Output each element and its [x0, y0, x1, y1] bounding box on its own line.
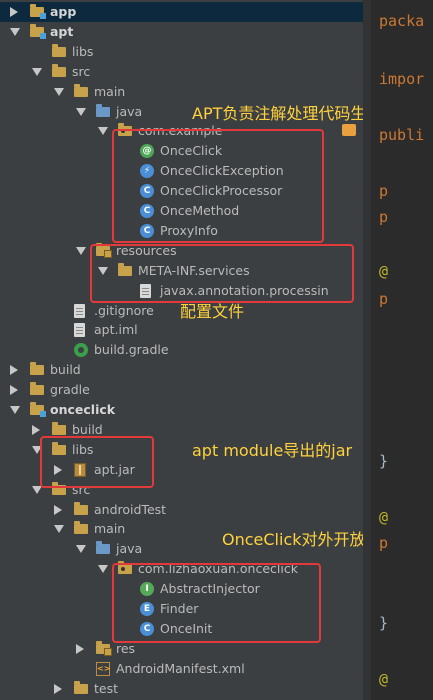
tree-row-test[interactable]: test — [0, 679, 363, 699]
tree-row-label: androidTest — [94, 501, 167, 517]
code-line: @ — [379, 670, 389, 688]
code-line: publi — [379, 126, 425, 144]
folder-icon — [52, 63, 66, 77]
icon-glyph: <> — [97, 663, 111, 673]
tree-row-label: java — [116, 541, 143, 557]
annotation-box-apt-package — [112, 129, 324, 243]
tree-row-build[interactable]: build — [0, 360, 363, 380]
chevron-right-icon[interactable] — [54, 683, 62, 694]
module-folder-icon — [30, 23, 46, 39]
code-line: p — [379, 208, 389, 226]
folder-icon — [30, 362, 44, 376]
tree-row-androidmanifest-xml[interactable]: <> AndroidManifest.xml — [0, 659, 363, 679]
code-line: p — [379, 534, 389, 552]
code-line: @ — [379, 508, 389, 526]
folder-icon — [74, 83, 88, 97]
tree-row-apt-iml[interactable]: apt.iml — [0, 320, 363, 340]
tree-row-label: gradle — [50, 382, 90, 398]
tree-row-label: app — [50, 4, 77, 19]
tree-row-label: libs — [72, 43, 94, 59]
chevron-down-icon[interactable] — [10, 27, 20, 36]
code-line: } — [379, 452, 389, 470]
tree-row-app[interactable]: app — [0, 2, 363, 22]
code-line: packa — [379, 12, 425, 30]
tree-row-src[interactable]: src — [0, 62, 363, 82]
tree-row-build-gradle[interactable]: build.gradle — [0, 340, 363, 360]
module-folder-icon — [30, 4, 46, 19]
tree-row-label: src — [72, 63, 91, 79]
chevron-down-icon[interactable] — [54, 525, 64, 534]
tree-row-label: java — [116, 103, 143, 119]
chevron-down-icon[interactable] — [76, 246, 86, 255]
tree-row-libs[interactable]: libs — [0, 42, 363, 62]
tree-row-label: main — [94, 521, 126, 537]
tree-row-label: onceclick — [50, 402, 116, 417]
source-folder-icon — [96, 103, 110, 117]
chevron-right-icon[interactable] — [10, 385, 18, 396]
annotation-config-file: 配置文件 — [180, 302, 245, 321]
tree-row-label: build.gradle — [94, 342, 169, 358]
file-icon — [74, 303, 85, 318]
tree-row-apt[interactable]: apt — [0, 22, 363, 42]
chevron-right-icon[interactable] — [54, 504, 62, 515]
tree-row-androidtest[interactable]: androidTest — [0, 500, 363, 520]
annotation-box-resources — [90, 244, 354, 303]
chevron-down-icon[interactable] — [76, 107, 86, 116]
file-icon — [74, 323, 85, 338]
folder-icon — [74, 501, 88, 515]
folder-icon — [30, 382, 44, 396]
gradle-icon — [74, 343, 88, 358]
tree-row-label: main — [94, 83, 126, 99]
chevron-right-icon[interactable] — [10, 7, 18, 17]
xml-file-icon: <> — [96, 661, 111, 676]
annotation-apt-jar: apt module导出的jar — [192, 441, 353, 460]
folder-icon — [74, 521, 88, 535]
folder-icon — [52, 421, 66, 435]
module-folder-icon — [30, 402, 46, 417]
code-editor[interactable]: packa impor publi p p @ p} @ p} @ — [363, 0, 433, 700]
tree-row-label: .gitignore — [94, 302, 154, 318]
editor-gutter — [363, 0, 371, 700]
code-line: impor — [379, 70, 425, 88]
code-line: p — [379, 182, 389, 200]
chevron-right-icon[interactable] — [10, 365, 18, 376]
source-folder-icon — [96, 541, 110, 555]
tree-row-onceclick[interactable]: onceclick — [0, 400, 363, 420]
chevron-down-icon[interactable] — [32, 67, 42, 76]
tree-row-gradle[interactable]: gradle — [0, 380, 363, 400]
chevron-down-icon[interactable] — [98, 127, 108, 136]
code-line: p — [379, 290, 389, 308]
code-line: @ — [379, 262, 389, 280]
code-line: } — [379, 614, 389, 632]
folder-icon — [74, 680, 88, 694]
chevron-right-icon[interactable] — [32, 424, 40, 435]
tree-row-label: AndroidManifest.xml — [116, 660, 245, 676]
resources-folder-icon — [96, 640, 112, 656]
tree-row-label: apt — [50, 23, 74, 39]
chevron-down-icon[interactable] — [10, 406, 20, 414]
tree-row-label: res — [116, 640, 136, 656]
chevron-down-icon[interactable] — [54, 87, 64, 96]
chevron-down-icon[interactable] — [98, 565, 108, 574]
tree-row-label: test — [94, 680, 119, 696]
chevron-down-icon[interactable] — [76, 545, 86, 554]
folder-icon — [52, 43, 66, 57]
bookmark-icon — [342, 124, 356, 136]
tree-row-label: apt.iml — [94, 322, 138, 338]
annotation-apt-code-gen: APT负责注解处理代码生成 — [192, 104, 383, 123]
tree-row-main[interactable]: main — [0, 82, 363, 102]
tree-row-label: build — [50, 362, 81, 378]
annotation-box-libs — [40, 436, 154, 488]
chevron-right-icon[interactable] — [76, 643, 84, 654]
annotation-box-onceclick-package — [112, 563, 321, 643]
